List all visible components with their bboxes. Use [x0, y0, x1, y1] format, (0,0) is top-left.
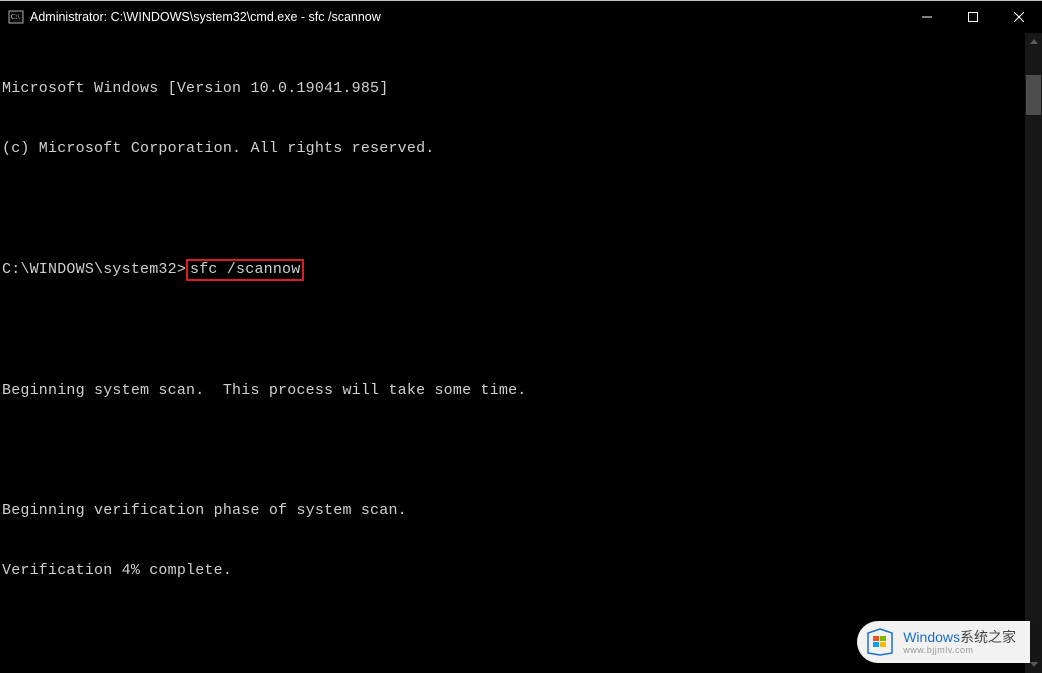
watermark-text: Windows系统之家 www.bjjmlv.com — [903, 630, 1016, 655]
watermark-brand: Windows — [903, 629, 960, 645]
prompt-text: C:\WINDOWS\system32> — [2, 260, 186, 280]
scroll-thumb[interactable] — [1026, 75, 1041, 115]
watermark-badge: Windows系统之家 www.bjjmlv.com — [857, 621, 1030, 663]
output-line: Beginning system scan. This process will… — [2, 381, 1023, 401]
window-controls — [904, 1, 1042, 33]
prompt-line: C:\WINDOWS\system32>sfc /scannow — [2, 259, 1023, 281]
terminal-output[interactable]: Microsoft Windows [Version 10.0.19041.98… — [0, 33, 1025, 673]
watermark-brand-cn: 系统之家 — [960, 629, 1016, 645]
cmd-window: C:\ Administrator: C:\WINDOWS\system32\c… — [0, 1, 1042, 673]
vertical-scrollbar[interactable] — [1025, 33, 1042, 673]
output-line: Beginning verification phase of system s… — [2, 501, 1023, 521]
titlebar[interactable]: C:\ Administrator: C:\WINDOWS\system32\c… — [0, 1, 1042, 33]
watermark-url: www.bjjmlv.com — [903, 646, 1016, 655]
output-line: Verification 4% complete. — [2, 561, 1023, 581]
scroll-up-button[interactable] — [1025, 33, 1042, 50]
minimize-button[interactable] — [904, 1, 950, 33]
close-button[interactable] — [996, 1, 1042, 33]
cmd-icon: C:\ — [8, 9, 24, 25]
window-title: Administrator: C:\WINDOWS\system32\cmd.e… — [30, 10, 904, 24]
content-area: Microsoft Windows [Version 10.0.19041.98… — [0, 33, 1042, 673]
windows-logo-icon — [865, 627, 895, 657]
svg-text:C:\: C:\ — [11, 13, 20, 21]
output-line: (c) Microsoft Corporation. All rights re… — [2, 139, 1023, 159]
maximize-button[interactable] — [950, 1, 996, 33]
command-highlight: sfc /scannow — [186, 259, 304, 281]
output-line: Microsoft Windows [Version 10.0.19041.98… — [2, 79, 1023, 99]
